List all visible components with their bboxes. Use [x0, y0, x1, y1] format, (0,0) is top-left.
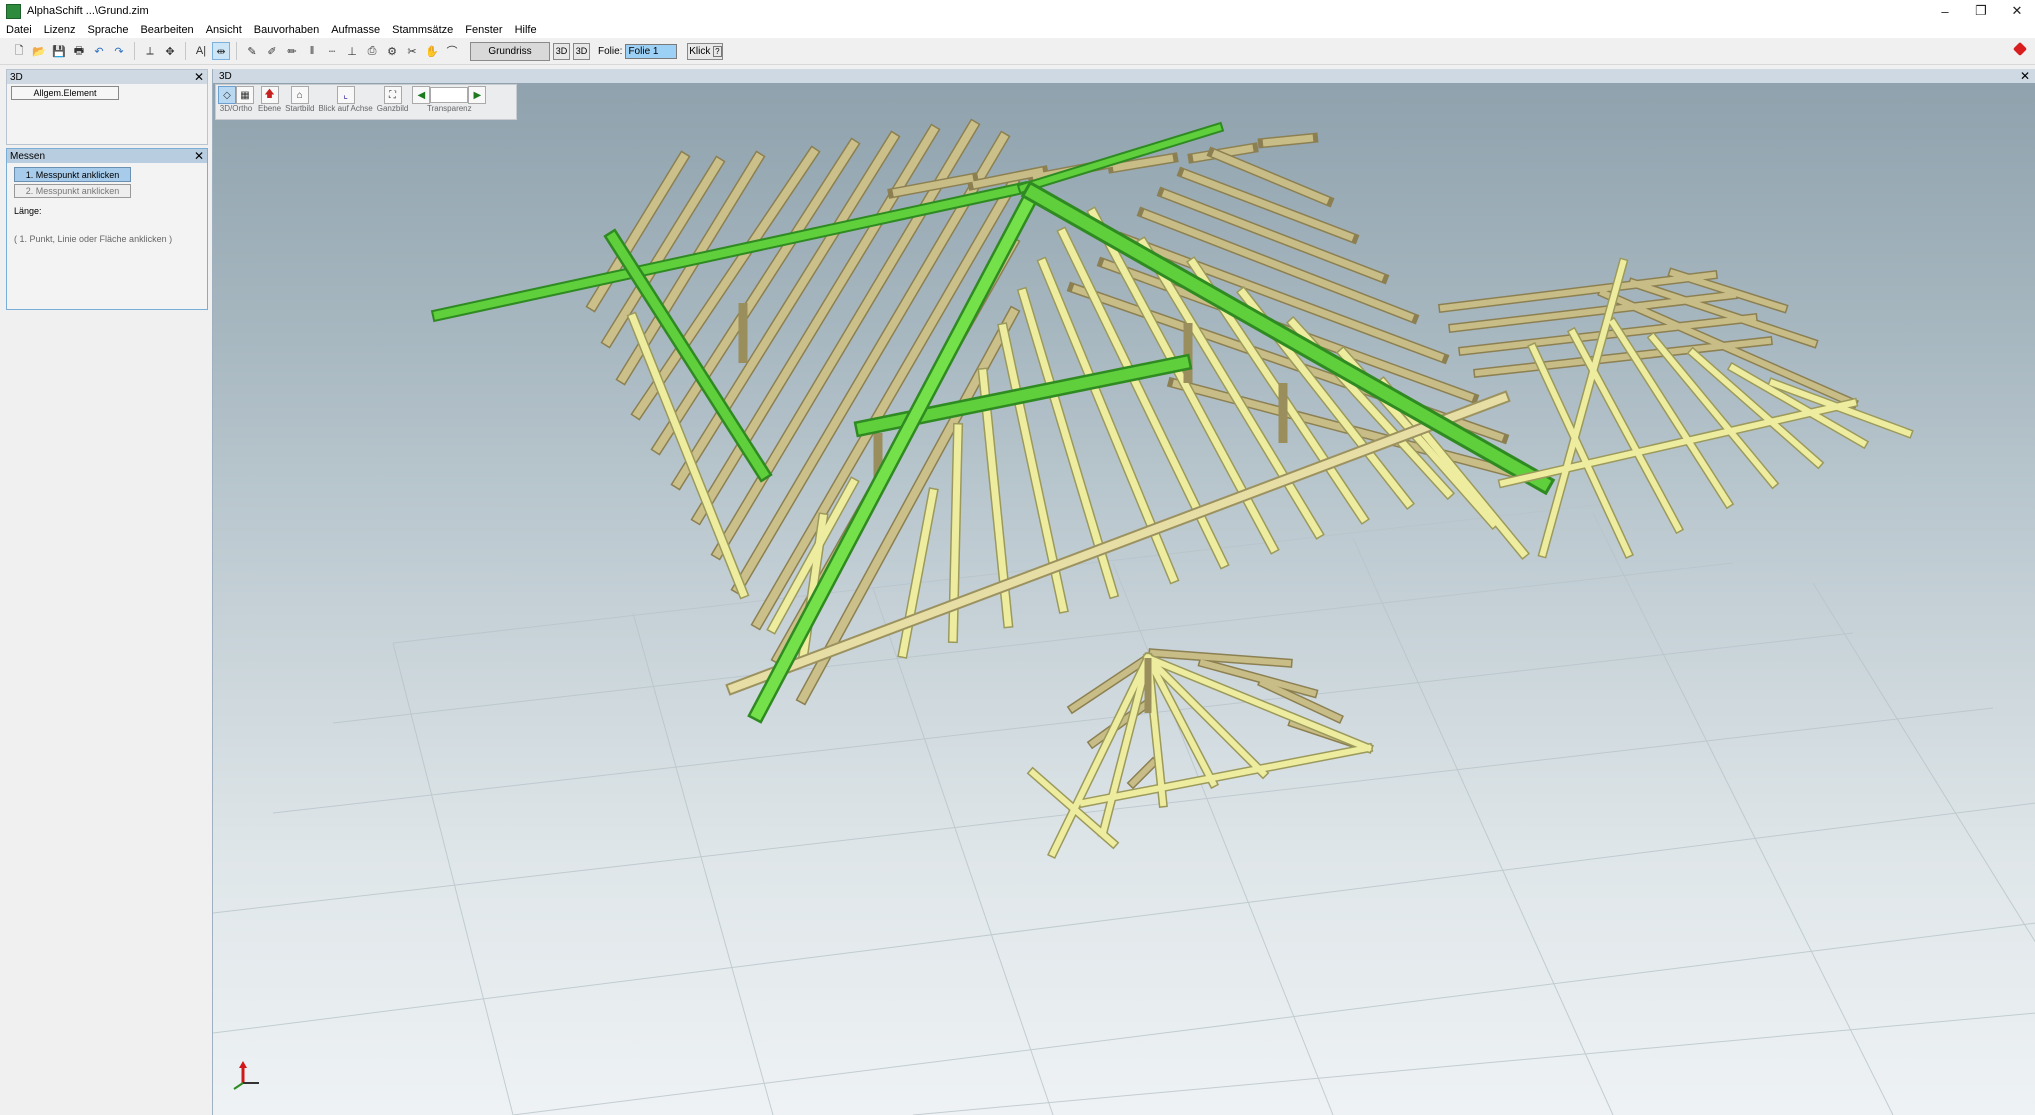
floor-grid — [213, 502, 2035, 1115]
view-3d-title: 3D — [219, 70, 232, 82]
tool-startbild[interactable]: ⌂ Startbild — [285, 85, 315, 119]
tool-blick-label: Blick auf Achse — [318, 104, 373, 113]
curve-icon[interactable]: ⌒ — [443, 42, 461, 60]
save-icon[interactable]: 💾 — [50, 42, 68, 60]
move-icon[interactable]: ✥ — [161, 42, 179, 60]
pause-icon[interactable]: ‖ — [303, 42, 321, 60]
folie-label: Folie: — [598, 45, 623, 57]
tool-blick-auf-achse[interactable]: ⌞ Blick auf Achse — [319, 85, 373, 119]
view-3d-button-b[interactable]: 3D — [573, 42, 590, 60]
messpunkt-2-button[interactable]: 2. Messpunkt anklicken — [14, 184, 131, 198]
panel-messen: Messen ✕ 1. Messpunkt anklicken 2. Messp… — [6, 148, 208, 310]
tool-3d-ortho[interactable]: ◇ ▦ 3D/Ortho — [218, 85, 254, 119]
transparency-increase-icon[interactable]: ▶ — [468, 86, 487, 104]
gear-icon[interactable]: ⚙ — [383, 42, 401, 60]
measure-line-icon[interactable]: ⟂ — [141, 42, 159, 60]
axis-gizmo-icon — [233, 1061, 259, 1090]
messpunkt-1-button[interactable]: 1. Messpunkt anklicken — [14, 167, 131, 182]
menu-bearbeiten[interactable]: Bearbeiten — [134, 24, 199, 36]
menu-stammsaetze[interactable]: Stammsätze — [386, 24, 459, 36]
main-toolbar: 🗋 📂 💾 🖶 ↶ ↷ ⟂ ✥ A| ⇹ ✎ ✐ ✏ ‖ ┄ ⊥ ⎙ ⚙ ✂ ✋… — [0, 38, 2035, 65]
klick-label: Klick — [689, 45, 711, 57]
roof-model[interactable] — [213, 83, 2035, 1115]
window-title: AlphaSchift ...\Grund.zim — [27, 5, 149, 17]
tool-transparenz[interactable]: ◀ ▶ Transparenz — [412, 85, 487, 119]
axis-view-icon[interactable]: ⌞ — [336, 86, 355, 104]
menu-hilfe[interactable]: Hilfe — [509, 24, 543, 36]
panel-3d-title: 3D — [10, 71, 23, 83]
text-tool-icon[interactable]: A| — [192, 42, 210, 60]
tool-startbild-label: Startbild — [285, 104, 315, 113]
perspective-icon[interactable]: ◇ — [218, 86, 236, 104]
house-icon[interactable]: ⌂ — [290, 86, 309, 104]
menu-bauvorhaben[interactable]: Bauvorhaben — [248, 24, 325, 36]
toolbar-divider — [185, 42, 186, 60]
toolbar-divider — [236, 42, 237, 60]
toolbar-divider — [134, 42, 135, 60]
length-label: Länge: — [14, 206, 42, 216]
view-3d-header: 3D ✕ — [213, 69, 2035, 83]
ortho-icon[interactable]: ▦ — [236, 86, 254, 104]
title-bar: AlphaSchift ...\Grund.zim – ❐ ✕ — [0, 0, 2035, 22]
pencil-icon[interactable]: ✎ — [243, 42, 261, 60]
panel-3d: 3D ✕ Allgem.Element — [6, 69, 208, 145]
transparency-decrease-icon[interactable]: ◀ — [412, 86, 431, 104]
dimension-tool-icon[interactable]: ⇹ — [212, 42, 230, 60]
minimize-button[interactable]: – — [1927, 0, 1963, 22]
tool-transparenz-label: Transparenz — [427, 104, 472, 113]
measure-hint: ( 1. Punkt, Linie oder Fläche anklicken … — [14, 234, 173, 244]
folie-field[interactable]: Folie 1 — [625, 43, 678, 59]
fit-view-icon[interactable]: ⛶ — [383, 86, 402, 104]
print-icon[interactable]: 🖶 — [70, 42, 88, 60]
edit-icon[interactable]: ✏ — [283, 42, 301, 60]
close-icon[interactable]: ✕ — [194, 150, 204, 162]
pencil-line-icon[interactable]: ✐ — [263, 42, 281, 60]
allgem-element-button[interactable]: Allgem.Element — [11, 86, 119, 100]
panel-messen-header: Messen ✕ — [7, 149, 207, 163]
panel-messen-title: Messen — [10, 150, 46, 162]
tool-ganzbild[interactable]: ⛶ Ganzbild — [376, 85, 409, 119]
view-3d-window: 3D ✕ ◇ ▦ 3D/Ortho 🡅 Ebene ⌂ Startbild ⌞ … — [212, 69, 2035, 1115]
new-file-icon[interactable]: 🗋 — [10, 42, 28, 60]
tool-ebene[interactable]: 🡅 Ebene — [258, 85, 281, 119]
transparency-value-field[interactable] — [430, 87, 469, 103]
tool-ganzbild-label: Ganzbild — [376, 104, 409, 113]
view-3d-toolbar: ◇ ▦ 3D/Ortho 🡅 Ebene ⌂ Startbild ⌞ Blick… — [215, 84, 517, 120]
tool-ebene-label: Ebene — [258, 104, 282, 113]
redo-icon[interactable]: ↷ — [110, 42, 128, 60]
menu-aufmasse[interactable]: Aufmasse — [325, 24, 386, 36]
close-icon[interactable]: ✕ — [2020, 69, 2030, 83]
close-window-button[interactable]: ✕ — [1999, 0, 2035, 22]
arrow-up-icon[interactable]: 🡅 — [260, 86, 279, 104]
menu-lizenz[interactable]: Lizenz — [38, 24, 82, 36]
menu-sprache[interactable]: Sprache — [81, 24, 134, 36]
dashed-line-icon[interactable]: ┄ — [323, 42, 341, 60]
restore-button[interactable]: ❐ — [1963, 0, 1999, 22]
view-3d-button-a[interactable]: 3D — [553, 42, 570, 60]
menu-bar: Datei Lizenz Sprache Bearbeiten Ansicht … — [0, 22, 2035, 38]
camera-icon[interactable]: ⎙ — [363, 42, 381, 60]
close-icon[interactable]: ✕ — [194, 71, 204, 83]
klick-button[interactable]: Klick ? — [687, 42, 724, 60]
grundriss-button[interactable]: Grundriss — [470, 41, 550, 61]
tools-icon[interactable]: ✂ — [403, 42, 421, 60]
tool-3d-ortho-label: 3D/Ortho — [219, 104, 253, 113]
menu-datei[interactable]: Datei — [0, 24, 38, 36]
3d-canvas[interactable]: ◇ ▦ 3D/Ortho 🡅 Ebene ⌂ Startbild ⌞ Blick… — [213, 83, 2035, 1115]
window-controls: – ❐ ✕ — [1927, 0, 2035, 22]
app-icon — [6, 3, 21, 19]
hand-icon[interactable]: ✋ — [423, 42, 441, 60]
snap-icon[interactable]: ⊥ — [343, 42, 361, 60]
open-folder-icon[interactable]: 📂 — [30, 42, 48, 60]
panel-3d-header: 3D ✕ — [7, 70, 207, 84]
undo-icon[interactable]: ↶ — [90, 42, 108, 60]
menu-ansicht[interactable]: Ansicht — [200, 24, 248, 36]
help-icon: ? — [713, 45, 722, 57]
menu-fenster[interactable]: Fenster — [459, 24, 508, 36]
